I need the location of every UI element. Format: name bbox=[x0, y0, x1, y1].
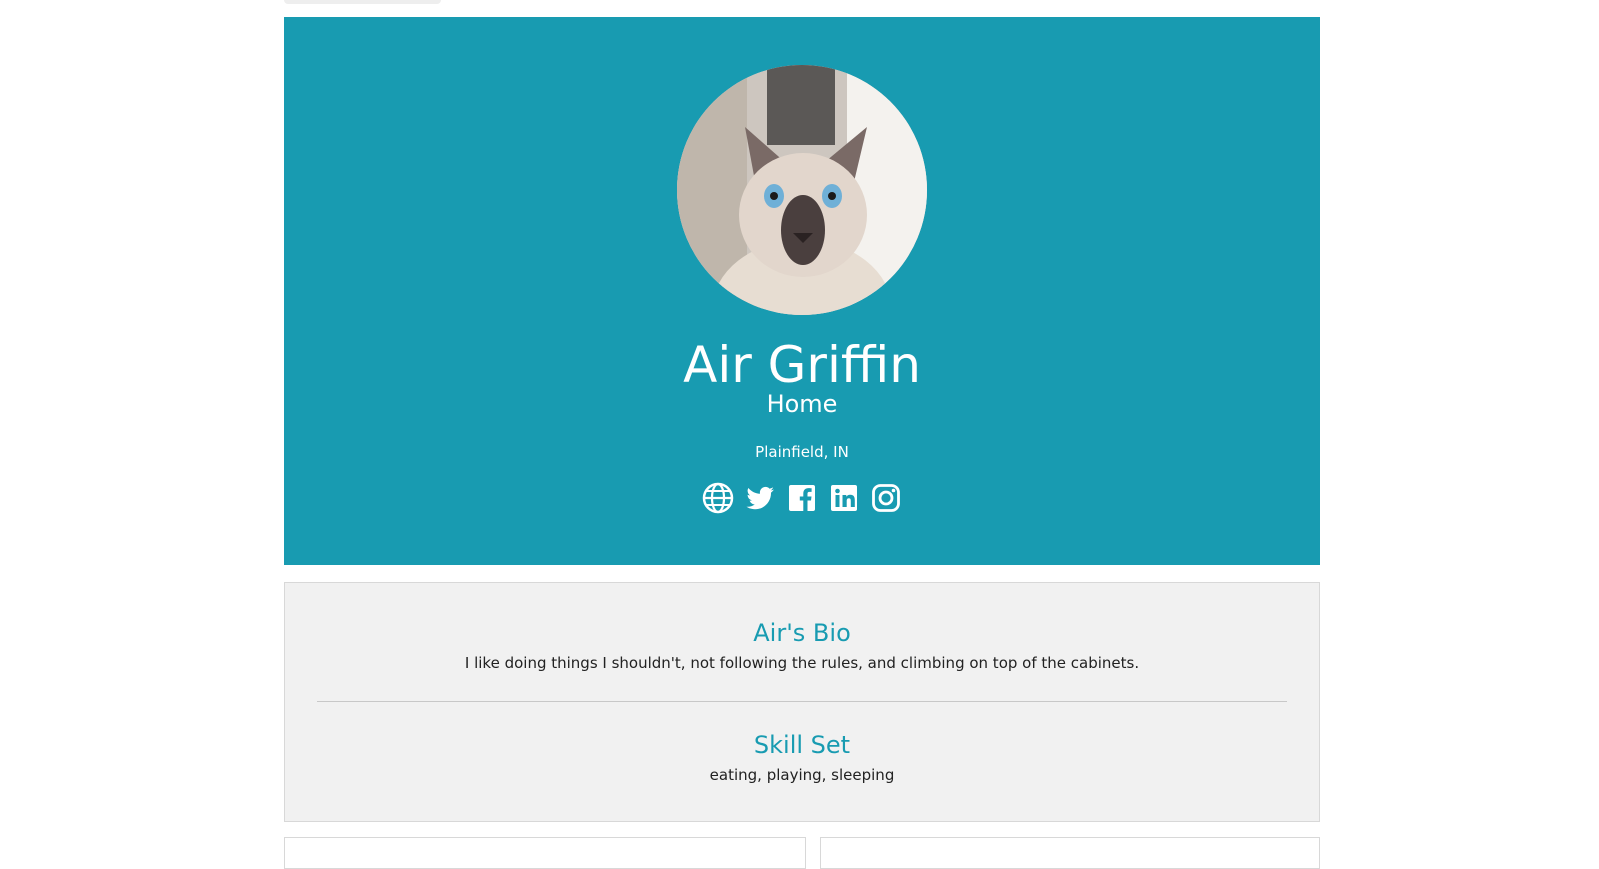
twitter-link[interactable] bbox=[744, 482, 776, 514]
linkedin-icon bbox=[831, 485, 857, 511]
profile-role: Home bbox=[766, 390, 838, 418]
facebook-link[interactable] bbox=[786, 482, 818, 514]
social-links bbox=[284, 482, 1320, 516]
top-tab[interactable] bbox=[284, 0, 441, 4]
bio-card: Air's Bio I like doing things I shouldn'… bbox=[284, 582, 1320, 822]
divider bbox=[317, 701, 1287, 702]
bio-text: I like doing things I shouldn't, not fol… bbox=[464, 654, 1140, 672]
globe-icon bbox=[702, 482, 734, 514]
facebook-icon bbox=[789, 485, 815, 511]
bio-title: Air's Bio bbox=[753, 619, 851, 647]
linkedin-link[interactable] bbox=[828, 482, 860, 514]
profile-location: Plainfield, IN bbox=[755, 443, 849, 461]
avatar bbox=[677, 65, 927, 315]
twitter-icon bbox=[746, 486, 774, 510]
instagram-link[interactable] bbox=[870, 482, 902, 514]
skills-title: Skill Set bbox=[753, 731, 851, 759]
instagram-icon bbox=[872, 484, 900, 512]
content-card-left bbox=[284, 837, 806, 869]
profile-header: Air Griffin Home Plainfield, IN bbox=[284, 17, 1320, 565]
skills-text: eating, playing, sleeping bbox=[709, 766, 895, 784]
content-card-right bbox=[820, 837, 1320, 869]
website-link[interactable] bbox=[702, 482, 734, 514]
